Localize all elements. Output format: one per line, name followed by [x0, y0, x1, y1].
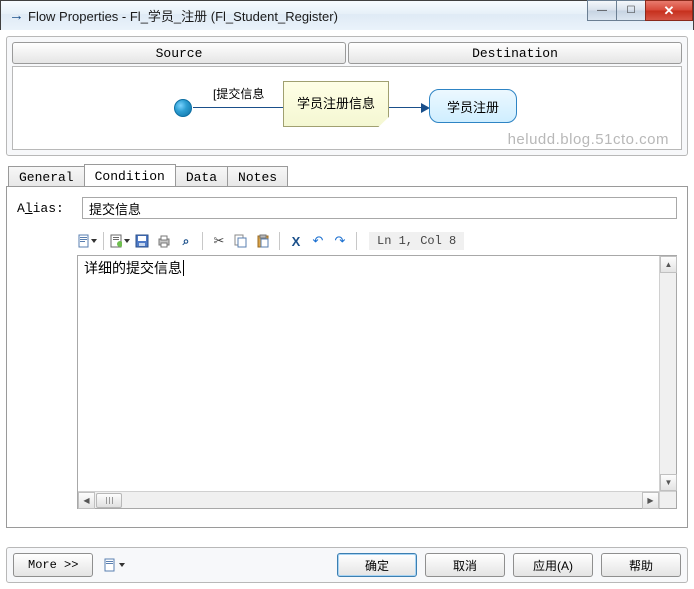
- scroll-corner: [659, 491, 676, 508]
- tab-condition[interactable]: Condition: [84, 164, 176, 186]
- cut-icon[interactable]: ✂: [209, 231, 229, 251]
- edge-label[interactable]: [提交信息: [213, 85, 264, 102]
- apply-button[interactable]: 应用(A): [513, 553, 593, 577]
- undo-icon[interactable]: ↶: [308, 231, 328, 251]
- maximize-button[interactable]: ☐: [616, 0, 646, 21]
- vertical-scrollbar[interactable]: ▲ ▼: [659, 256, 676, 491]
- tab-data[interactable]: Data: [175, 166, 228, 187]
- alias-label: Alias:: [17, 201, 72, 216]
- delete-icon[interactable]: X: [286, 231, 306, 251]
- start-node-icon[interactable]: [174, 99, 192, 117]
- save-icon[interactable]: [132, 231, 152, 251]
- scroll-up-icon[interactable]: ▲: [660, 256, 677, 273]
- cursor-position: Ln 1, Col 8: [369, 232, 464, 250]
- copy-icon[interactable]: [231, 231, 251, 251]
- bottom-bar: More >> 确定 取消 应用(A) 帮助: [6, 547, 688, 583]
- editor-textarea[interactable]: 详细的提交信息: [78, 256, 659, 491]
- more-button[interactable]: More >>: [13, 553, 93, 577]
- destination-node[interactable]: 学员注册: [429, 89, 517, 123]
- editor-toolbar: ⌕ ✂ X ↶ ↷ Ln 1, Col 8: [77, 229, 677, 253]
- cancel-button[interactable]: 取消: [425, 553, 505, 577]
- flow-diagram: [提交信息 学员注册信息 学员注册 heludd.blog.51cto.com: [12, 66, 682, 150]
- ok-button[interactable]: 确定: [337, 553, 417, 577]
- help-button[interactable]: 帮助: [601, 553, 681, 577]
- redo-icon[interactable]: ↷: [330, 231, 350, 251]
- note-node[interactable]: 学员注册信息: [283, 81, 389, 127]
- scroll-right-icon[interactable]: ▶: [642, 492, 659, 509]
- top-panel: Source Destination [提交信息 学员注册信息 学员注册 hel…: [6, 36, 688, 156]
- horizontal-scrollbar[interactable]: ◀ ▶: [78, 491, 659, 508]
- script-menu-icon[interactable]: [101, 553, 127, 577]
- paste-icon[interactable]: [253, 231, 273, 251]
- print-icon[interactable]: [154, 231, 174, 251]
- source-button[interactable]: Source: [12, 42, 346, 64]
- close-button[interactable]: ✕: [645, 0, 693, 21]
- tab-general[interactable]: General: [8, 166, 85, 187]
- new-script-icon[interactable]: [77, 231, 97, 251]
- edge-line: [193, 107, 283, 108]
- tab-strip: General Condition Data Notes: [6, 164, 688, 186]
- minimize-button[interactable]: —: [587, 0, 617, 21]
- window-buttons: — ☐ ✕: [588, 0, 693, 21]
- alias-input[interactable]: [82, 197, 677, 219]
- scroll-left-icon[interactable]: ◀: [78, 492, 95, 509]
- edge-line-2: [389, 107, 423, 108]
- scroll-down-icon[interactable]: ▼: [660, 474, 677, 491]
- open-icon[interactable]: [110, 231, 130, 251]
- editor: 详细的提交信息 ▲ ▼ ◀ ▶: [77, 255, 677, 509]
- text-caret-icon: [183, 260, 184, 276]
- title-bar: → Flow Properties - Fl_学员_注册 (Fl_Student…: [1, 1, 693, 31]
- scroll-thumb[interactable]: [96, 493, 122, 508]
- app-arrow-icon: →: [9, 7, 24, 24]
- watermark-text: heludd.blog.51cto.com: [508, 131, 669, 148]
- tab-notes[interactable]: Notes: [227, 166, 288, 187]
- find-icon[interactable]: ⌕: [176, 231, 196, 251]
- tab-content: Alias: ⌕ ✂: [6, 186, 688, 528]
- destination-button[interactable]: Destination: [348, 42, 682, 64]
